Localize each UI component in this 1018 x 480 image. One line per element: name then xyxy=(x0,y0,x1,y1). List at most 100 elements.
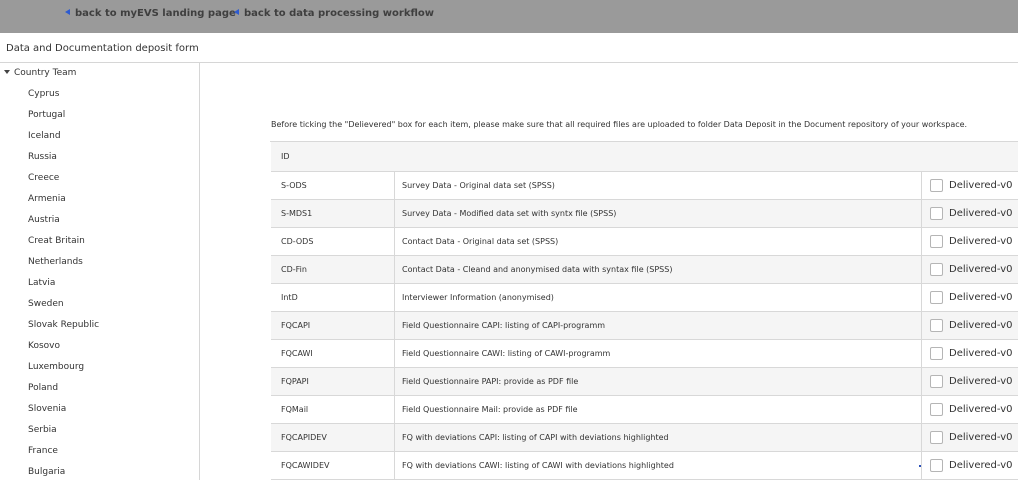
sidebar-item-country[interactable]: Netherlands xyxy=(28,257,83,267)
sidebar-item-country[interactable]: Creece xyxy=(28,173,59,183)
delivered-label: Delivered-v0 xyxy=(949,404,1013,415)
row-id: FQCAWIDEV xyxy=(281,461,330,470)
row-description-text: Interviewer Information (anonymised) xyxy=(402,293,554,302)
row-description-text: Field Questionnaire CAWI: listing of CAW… xyxy=(402,349,611,358)
sidebar-item-country[interactable]: Portugal xyxy=(28,110,65,120)
row-description-text: Contact Data - Cleand and anonymised dat… xyxy=(402,265,673,274)
sidebar-item-country[interactable]: Armenia xyxy=(28,194,66,204)
tree-root-label: Country Team xyxy=(14,68,77,78)
row-id: FQCAPIDEV xyxy=(281,433,327,442)
row-description: Field Questionnaire Mail: provide as PDF… xyxy=(394,396,922,423)
back-to-workflow-link[interactable]: back to data processing workflow xyxy=(234,8,434,19)
row-description: FQ with deviations CAPI: listing of CAPI… xyxy=(394,424,922,451)
delivered-checkbox[interactable] xyxy=(930,403,943,416)
table-row: CD-Fin Contact Data - Cleand and anonymis… xyxy=(271,256,1018,284)
delivered-checkbox[interactable] xyxy=(930,459,943,472)
country-tree-sidebar: Country Team Cyprus Portugal Iceland Russia… xyxy=(0,63,200,480)
delivered-cell: Delivered-v0 xyxy=(921,368,1018,395)
sidebar-item-country[interactable]: Serbia xyxy=(28,425,57,435)
delivered-cell: Delivered-v0 xyxy=(921,284,1018,311)
delivered-checkbox[interactable] xyxy=(930,207,943,220)
row-description: FQ with deviations CAWI: listing of CAWI… xyxy=(394,452,922,479)
delivered-checkbox[interactable] xyxy=(930,375,943,388)
caret-down-icon xyxy=(4,70,10,74)
sidebar-item-country[interactable]: Cyprus xyxy=(28,89,59,99)
table-row: CD-ODS Contact Data - Original data set (… xyxy=(271,228,1018,256)
delivered-checkbox[interactable] xyxy=(930,291,943,304)
delivered-checkbox[interactable] xyxy=(930,431,943,444)
row-description-text: Field Questionnaire PAPI: provide as PDF… xyxy=(402,377,579,386)
delivered-cell: Delivered-v0 xyxy=(921,172,1018,199)
delivered-checkbox[interactable] xyxy=(930,179,943,192)
delivered-checkbox[interactable] xyxy=(930,235,943,248)
sidebar-item-country[interactable]: Austria xyxy=(28,215,60,225)
table-row: FQCAPI Field Questionnaire CAPI: listing … xyxy=(271,312,1018,340)
delivered-checkbox[interactable] xyxy=(930,263,943,276)
delivered-cell: Delivered-v0 xyxy=(921,452,1018,479)
back-to-workflow-label: back to data processing workflow xyxy=(244,8,434,19)
delivered-cell: Delivered-v0 xyxy=(921,340,1018,367)
row-description-text: Survey Data - Modified data set with syn… xyxy=(402,209,617,218)
sidebar-item-country[interactable]: Poland xyxy=(28,383,58,393)
delivered-cell: Delivered-v0 xyxy=(921,312,1018,339)
sidebar-item-country[interactable]: Creat Britain xyxy=(28,236,85,246)
back-to-landing-link[interactable]: back to myEVS landing page xyxy=(65,8,236,19)
sidebar-item-country[interactable]: Russia xyxy=(28,152,57,162)
table-row: FQMail Field Questionnaire Mail: provide … xyxy=(271,396,1018,424)
deposit-table: ID S-ODS Survey Data - Original data set … xyxy=(270,141,1018,480)
table-row: IntD Interviewer Information (anonymised)… xyxy=(271,284,1018,312)
sidebar-item-country[interactable]: Luxembourg xyxy=(28,362,84,372)
row-description-text: FQ with deviations CAWI: listing of CAWI… xyxy=(402,461,674,470)
delivered-cell: Delivered-v0 xyxy=(921,424,1018,451)
row-id: CD-ODS xyxy=(281,237,314,246)
table-row: S-MDS1 Survey Data - Modified data set wi… xyxy=(271,200,1018,228)
row-description-text: Field Questionnaire CAPI: listing of CAP… xyxy=(402,321,606,330)
instruction-note: Before ticking the "Delievered" box for … xyxy=(271,120,968,129)
sidebar-item-country[interactable]: France xyxy=(28,446,58,456)
delivered-label: Delivered-v0 xyxy=(949,264,1013,275)
row-id: S-ODS xyxy=(281,181,307,190)
sidebar-item-country[interactable]: Sweden xyxy=(28,299,64,309)
top-navigation-bar: back to myEVS landing page back to data … xyxy=(0,0,1018,33)
delivered-cell: Delivered-v0 xyxy=(921,396,1018,423)
delivered-label: Delivered-v0 xyxy=(949,348,1013,359)
delivered-cell: Delivered-v0 xyxy=(921,256,1018,283)
sidebar-item-country[interactable]: Kosovo xyxy=(28,341,60,351)
delivered-label: Delivered-v0 xyxy=(949,320,1013,331)
sidebar-item-country[interactable]: Slovenia xyxy=(28,404,66,414)
delivered-label: Delivered-v0 xyxy=(949,460,1013,471)
row-id: IntD xyxy=(281,293,298,302)
delivered-cell: Delivered-v0 xyxy=(921,228,1018,255)
row-description: Field Questionnaire CAPI: listing of CAP… xyxy=(394,312,922,339)
cursor-dot xyxy=(919,465,921,467)
delivered-label: Delivered-v0 xyxy=(949,432,1013,443)
sidebar-item-country[interactable]: Slovak Republic xyxy=(28,320,99,330)
row-description: Survey Data - Original data set (SPSS) xyxy=(394,172,922,199)
triangle-left-icon xyxy=(65,9,70,15)
main-content: Before ticking the "Delievered" box for … xyxy=(201,63,1018,480)
sidebar-item-country[interactable]: Iceland xyxy=(28,131,61,141)
form-header: Data and Documentation deposit form xyxy=(0,34,1018,63)
row-id: FQCAPI xyxy=(281,321,311,330)
triangle-left-icon xyxy=(234,9,239,15)
row-description-text: Survey Data - Original data set (SPSS) xyxy=(402,181,555,190)
row-description-text: Field Questionnaire Mail: provide as PDF… xyxy=(402,405,578,414)
sidebar-item-country[interactable]: Latvia xyxy=(28,278,55,288)
row-id: FQCAWI xyxy=(281,349,313,358)
delivered-checkbox[interactable] xyxy=(930,347,943,360)
tree-node-country-team[interactable]: Country Team xyxy=(4,68,76,78)
row-id: FQPAPI xyxy=(281,377,309,386)
delivered-checkbox[interactable] xyxy=(930,319,943,332)
row-id: FQMail xyxy=(281,405,309,414)
delivered-label: Delivered-v0 xyxy=(949,236,1013,247)
row-description-text: Contact Data - Original data set (SPSS) xyxy=(402,237,559,246)
delivered-label: Delivered-v0 xyxy=(949,376,1013,387)
row-id: S-MDS1 xyxy=(281,209,313,218)
sidebar-item-country[interactable]: Bulgaria xyxy=(28,467,65,477)
row-description: Contact Data - Cleand and anonymised dat… xyxy=(394,256,922,283)
table-row: FQCAPIDEV FQ with deviations CAPI: listin… xyxy=(271,424,1018,452)
back-to-landing-label: back to myEVS landing page xyxy=(75,8,236,19)
table-row: FQCAWI Field Questionnaire CAWI: listing … xyxy=(271,340,1018,368)
form-title: Data and Documentation deposit form xyxy=(6,43,199,54)
delivered-label: Delivered-v0 xyxy=(949,292,1013,303)
